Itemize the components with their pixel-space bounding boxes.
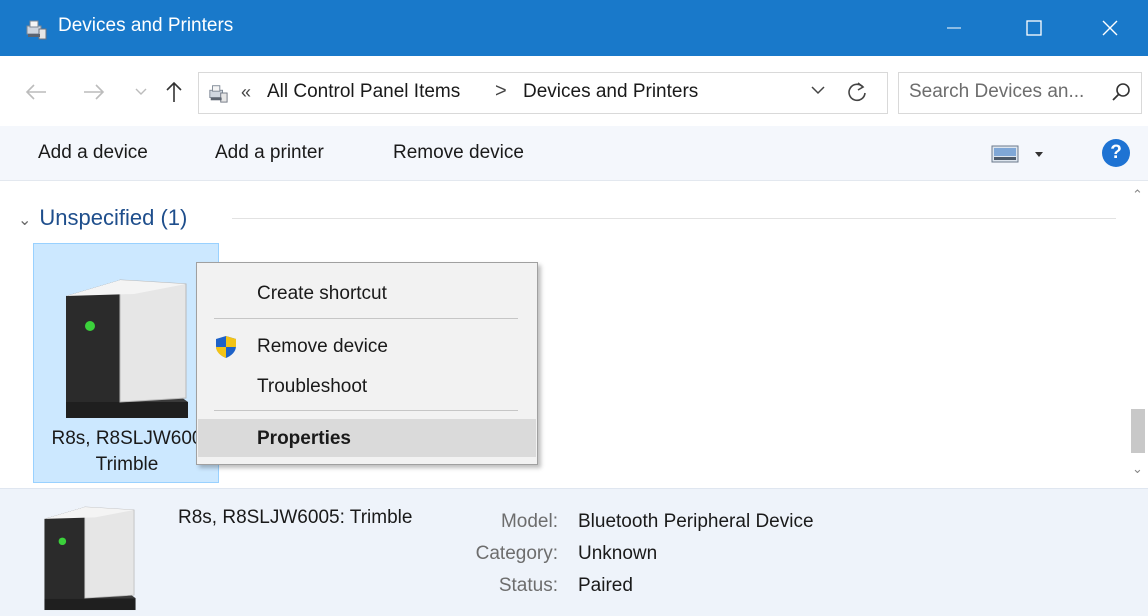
menu-item-label: Properties [257, 428, 351, 449]
menu-item-create-shortcut[interactable]: Create shortcut [198, 274, 536, 312]
refresh-icon[interactable] [845, 81, 869, 105]
scroll-up-icon[interactable]: ⌃ [1132, 187, 1143, 203]
menu-item-properties[interactable]: Properties [198, 419, 536, 457]
recent-locations-icon[interactable] [131, 78, 151, 106]
menu-separator [214, 318, 518, 319]
menu-item-troubleshoot[interactable]: Troubleshoot [198, 367, 536, 405]
context-menu: Create shortcut Remove device Troublesho… [196, 262, 538, 465]
close-button[interactable] [1072, 0, 1148, 56]
search-box[interactable] [898, 72, 1142, 114]
search-input[interactable] [909, 79, 1105, 105]
help-button[interactable]: ? [1102, 139, 1130, 167]
address-dropdown-icon[interactable] [811, 82, 825, 100]
view-options-icon [991, 145, 1043, 163]
devices-printers-icon [209, 85, 228, 103]
title-bar: Devices and Printers [0, 0, 1148, 56]
model-label: Model: [500, 511, 558, 532]
devices-list: ⌄ Unspecified (1) R8s, R8SLJW600 Trimble … [0, 181, 1148, 486]
forward-arrow-icon[interactable] [80, 78, 108, 106]
change-view-button[interactable] [990, 143, 1046, 165]
generic-device-icon [66, 279, 188, 418]
search-icon[interactable] [1111, 82, 1131, 102]
breadcrumb-control-panel[interactable]: All Control Panel Items [267, 81, 460, 103]
add-printer-button[interactable]: Add a printer [215, 142, 324, 164]
group-label: Unspecified (1) [39, 205, 188, 230]
window-title: Devices and Printers [58, 15, 234, 36]
back-arrow-icon[interactable] [22, 78, 50, 106]
add-device-button[interactable]: Add a device [38, 142, 148, 164]
scroll-down-icon[interactable]: ⌄ [1132, 461, 1143, 477]
menu-item-label: Remove device [257, 336, 388, 357]
chevron-down-icon[interactable]: ⌄ [18, 212, 31, 229]
navigation-bar: « All Control Panel Items > Devices and … [0, 56, 1148, 126]
menu-item-remove-device[interactable]: Remove device [198, 327, 536, 365]
address-bar[interactable]: « All Control Panel Items > Devices and … [198, 72, 888, 114]
breadcrumb-overflow[interactable]: « [241, 82, 251, 103]
group-header[interactable]: ⌄ Unspecified (1) [18, 205, 187, 231]
status-label: Status: [498, 575, 558, 596]
devices-printers-icon [26, 20, 47, 40]
device-tile[interactable]: R8s, R8SLJW600 Trimble [33, 243, 219, 483]
device-label-line2: Trimble [95, 454, 159, 475]
scrollbar-thumb[interactable] [1131, 409, 1145, 453]
minimize-icon [947, 27, 961, 29]
breadcrumb-separator[interactable]: > [495, 80, 507, 103]
menu-separator [214, 410, 518, 411]
device-label-line1: R8s, R8SLJW600 [51, 428, 203, 449]
generic-device-icon [44, 506, 136, 611]
status-value: Paired [578, 575, 633, 596]
minimize-button[interactable] [916, 0, 992, 56]
breadcrumb-devices-printers[interactable]: Devices and Printers [523, 81, 698, 103]
model-value: Bluetooth Peripheral Device [578, 511, 814, 532]
details-pane: R8s, R8SLJW6005: Trimble Model: Bluetoot… [0, 488, 1148, 616]
maximize-button[interactable] [996, 0, 1072, 56]
menu-item-label: Create shortcut [257, 283, 387, 304]
menu-item-label: Troubleshoot [257, 376, 368, 397]
category-value: Unknown [578, 543, 658, 564]
uac-shield-icon [216, 336, 236, 358]
maximize-icon [1026, 20, 1042, 36]
group-divider [232, 218, 1116, 219]
up-arrow-icon[interactable] [160, 78, 188, 106]
device-name: R8s, R8SLJW6005: Trimble [178, 507, 413, 528]
remove-device-button[interactable]: Remove device [393, 142, 524, 164]
command-bar: Add a device Add a printer Remove device… [0, 126, 1148, 181]
vertical-scrollbar[interactable]: ⌃ ⌄ [1128, 181, 1148, 486]
close-icon [1102, 20, 1118, 36]
category-label: Category: [475, 543, 558, 564]
